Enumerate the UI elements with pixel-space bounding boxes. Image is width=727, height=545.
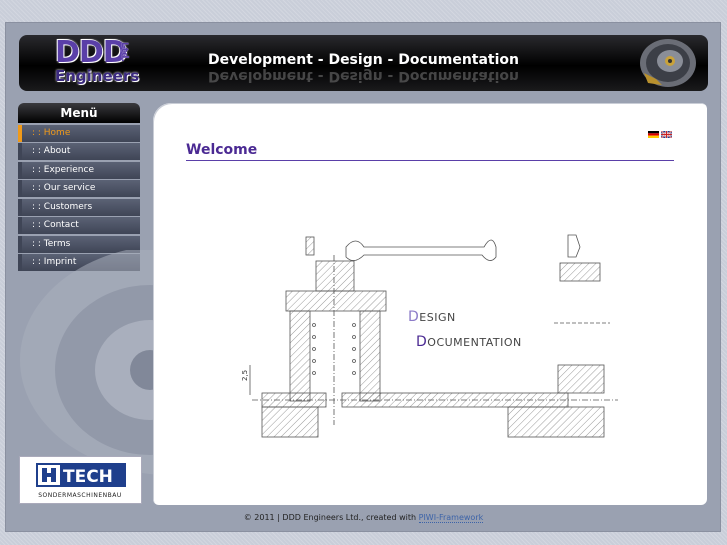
partner-name: TECH	[63, 467, 113, 487]
site-header: DDD Ltd. Engineers Development - Design …	[19, 35, 708, 91]
side-menu: Menü : : Home : : About : : Experience :…	[18, 103, 140, 271]
design-label-cap: D	[408, 309, 420, 325]
design-label-rest: ESIGN	[419, 311, 456, 324]
page-title: Welcome	[186, 142, 258, 158]
menu-item-experience[interactable]: : : Experience	[18, 161, 140, 179]
gearbox-icon	[640, 39, 696, 87]
language-switcher	[648, 131, 675, 141]
footer: © 2011 | DDD Engineers Ltd., created wit…	[0, 513, 727, 523]
menu-item-contact[interactable]: : : Contact	[18, 217, 140, 234]
title-divider	[186, 160, 674, 161]
dimension-label: 2,5	[241, 370, 249, 381]
tagline: Development - Design - Documentation	[207, 52, 520, 68]
menu-item-our-service[interactable]: : : Our service	[18, 180, 140, 197]
documentation-label-rest: OCUMENTATION	[427, 336, 522, 349]
documentation-label: DOCUMENTATION	[416, 334, 522, 350]
hitech-logo-icon: TECH SONDERMASCHINENBAU	[36, 463, 126, 499]
documentation-label-cap: D	[416, 334, 428, 350]
footer-framework-link[interactable]: PIWI-Framework	[418, 513, 484, 523]
tagline-reflection: Development - Design - Documentation	[207, 68, 520, 84]
menu-item-customers[interactable]: : : Customers	[18, 198, 140, 216]
footer-text: © 2011 | DDD Engineers Ltd., created wit…	[243, 513, 419, 522]
flag-de-icon[interactable]	[648, 131, 659, 138]
partner-sub: SONDERMASCHINENBAU	[38, 492, 122, 499]
partner-logo-hitech[interactable]: TECH SONDERMASCHINENBAU	[19, 456, 142, 504]
design-label: DESIGN	[408, 309, 456, 325]
menu-item-about[interactable]: : : About	[18, 143, 140, 160]
flag-en-icon[interactable]	[661, 131, 672, 138]
menu-item-home[interactable]: : : Home	[18, 124, 140, 142]
menu-title: Menü	[18, 103, 140, 123]
